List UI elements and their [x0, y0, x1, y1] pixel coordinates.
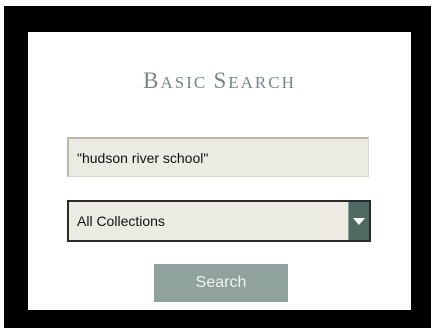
- title-part-2: EARCH: [228, 73, 296, 92]
- collection-select[interactable]: All Collections: [67, 200, 371, 242]
- basic-search-panel: BASIC SEARCH All Collections Search: [28, 32, 411, 310]
- basic-search-title: BASIC SEARCH: [28, 68, 411, 94]
- collection-select-value: All Collections: [77, 213, 165, 229]
- search-query-input[interactable]: [67, 137, 369, 177]
- outer-frame: BASIC SEARCH All Collections Search: [4, 6, 431, 328]
- search-button[interactable]: Search: [154, 264, 288, 302]
- dropdown-toggle[interactable]: [348, 202, 369, 240]
- title-initial-s: S: [213, 68, 229, 93]
- title-initial-b: B: [143, 68, 161, 93]
- title-part-1: ASIC: [160, 73, 214, 92]
- chevron-down-icon: [353, 218, 365, 225]
